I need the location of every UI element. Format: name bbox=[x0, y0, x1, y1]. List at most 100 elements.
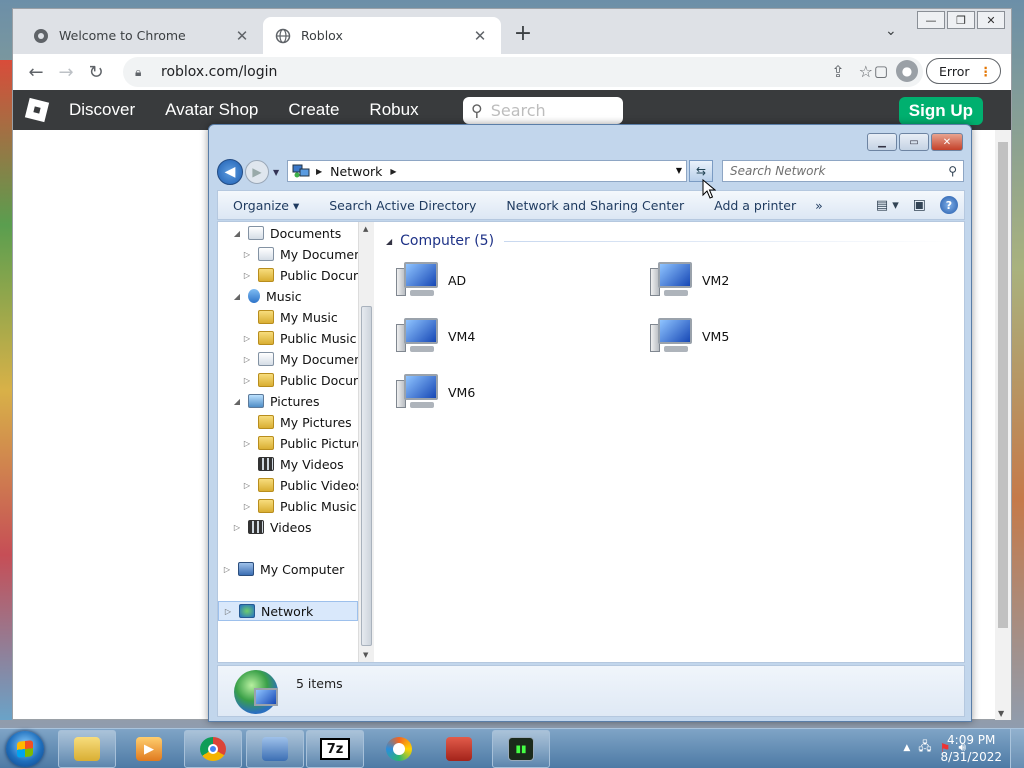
expand-toggle-icon[interactable]: ▷ bbox=[222, 565, 232, 574]
close-button[interactable]: ✕ bbox=[977, 11, 1005, 29]
taskbar-media-player[interactable]: ▶ bbox=[120, 730, 178, 768]
explorer-address-bar[interactable]: ▶ Network ▶ ▼ bbox=[287, 160, 687, 182]
expand-toggle-icon[interactable]: ▷ bbox=[242, 271, 252, 280]
taskbar-terminal[interactable]: ▮▮ bbox=[492, 730, 550, 768]
collapse-toggle-icon[interactable]: ◢ bbox=[232, 292, 242, 301]
scroll-down-arrow-icon[interactable]: ▼ bbox=[363, 651, 368, 659]
nav-avatar-shop[interactable]: Avatar Shop bbox=[165, 100, 258, 120]
navigation-pane-scrollbar[interactable]: ▲ ▼ bbox=[358, 222, 374, 662]
expand-toggle-icon[interactable]: ▷ bbox=[232, 523, 242, 532]
maximize-button[interactable]: ❐ bbox=[947, 11, 975, 29]
show-desktop-button[interactable] bbox=[1010, 729, 1024, 768]
collapse-group-icon[interactable]: ◢ bbox=[386, 237, 392, 246]
help-icon[interactable]: ? bbox=[940, 196, 958, 214]
nav-create[interactable]: Create bbox=[288, 100, 339, 120]
tab-welcome[interactable]: Welcome to Chrome ✕ bbox=[21, 17, 263, 54]
minimize-button[interactable]: — bbox=[917, 11, 945, 29]
explorer-minimize-button[interactable]: ▁ bbox=[867, 133, 897, 151]
tree-item[interactable]: ▷ Public Documents bbox=[242, 265, 365, 285]
collapse-toggle-icon[interactable]: ◢ bbox=[232, 397, 242, 406]
close-tab-icon[interactable]: ✕ bbox=[233, 27, 251, 45]
tab-roblox[interactable]: Roblox ✕ bbox=[263, 17, 501, 54]
address-dropdown-icon[interactable]: ▼ bbox=[676, 166, 682, 175]
computer-item[interactable]: VM2 bbox=[650, 258, 850, 302]
tree-item[interactable]: ▷ My Documents bbox=[242, 349, 365, 369]
nav-discover[interactable]: Discover bbox=[69, 100, 135, 120]
computer-item[interactable]: AD bbox=[396, 258, 596, 302]
tree-item[interactable]: ◢ Pictures bbox=[232, 391, 320, 411]
expand-toggle-icon[interactable]: ▷ bbox=[242, 355, 252, 364]
network-tray-icon[interactable]: 🖧︎ bbox=[918, 737, 931, 758]
taskbar-presentation[interactable] bbox=[430, 730, 488, 768]
side-panel-icon[interactable]: ▢ bbox=[874, 62, 888, 80]
start-button[interactable] bbox=[6, 731, 44, 767]
profile-avatar-icon[interactable]: ● bbox=[896, 60, 919, 82]
preview-pane-icon[interactable]: ▣ bbox=[913, 197, 926, 213]
tree-item[interactable]: ▷ Public Pictures bbox=[242, 433, 365, 453]
collapse-toggle-icon[interactable]: ◢ bbox=[232, 229, 242, 238]
tab-search-chevron-icon[interactable]: ⌄ bbox=[885, 23, 897, 39]
scroll-down-arrow-icon[interactable]: ▼ bbox=[998, 709, 1004, 718]
expand-toggle-icon[interactable]: ▷ bbox=[242, 481, 252, 490]
explorer-search-input[interactable]: Search Network ⚲ bbox=[722, 160, 964, 182]
expand-toggle-icon[interactable]: ▷ bbox=[242, 250, 252, 259]
tree-item[interactable]: My Music bbox=[242, 307, 338, 327]
tree-item[interactable]: ▷ Videos bbox=[232, 517, 312, 537]
reload-icon[interactable]: ↻ bbox=[81, 57, 111, 87]
taskbar-7zip[interactable]: 7z bbox=[306, 730, 364, 768]
taskbar-network-center[interactable] bbox=[246, 730, 304, 768]
computer-item[interactable]: VM6 bbox=[396, 370, 596, 414]
more-commands-button[interactable]: » bbox=[811, 198, 827, 213]
scrollbar-thumb[interactable] bbox=[998, 142, 1008, 628]
clock[interactable]: 4:09 PM 8/31/2022 bbox=[940, 732, 1002, 766]
scrollbar-thumb[interactable] bbox=[361, 306, 372, 646]
tree-item[interactable]: ▷ My Computer bbox=[222, 559, 344, 579]
tree-item[interactable]: ◢ Documents bbox=[232, 223, 341, 243]
tree-item[interactable]: ▷ Public Music bbox=[242, 328, 357, 348]
tree-item[interactable]: ▷ Public Documents bbox=[242, 370, 365, 390]
tree-item[interactable]: ◢ Music bbox=[232, 286, 302, 306]
address-bar[interactable]: 🔒︎ roblox.com/login ⇪ ☆ bbox=[123, 57, 923, 87]
tree-item[interactable]: My Pictures bbox=[242, 412, 352, 432]
forward-arrow-icon[interactable]: ▶ bbox=[245, 160, 269, 184]
taskbar-opera[interactable] bbox=[370, 730, 428, 768]
taskbar-explorer[interactable] bbox=[58, 730, 116, 768]
computer-group-header[interactable]: ◢ Computer (5) bbox=[386, 230, 956, 252]
organize-button[interactable]: Organize ▾ bbox=[218, 198, 314, 213]
computer-item[interactable]: VM4 bbox=[396, 314, 596, 358]
star-icon[interactable]: ☆ bbox=[859, 62, 873, 81]
computer-item[interactable]: VM5 bbox=[650, 314, 850, 358]
tree-item[interactable]: ▷ Public Videos bbox=[242, 475, 363, 495]
scroll-up-arrow-icon[interactable]: ▲ bbox=[363, 225, 368, 233]
tree-item[interactable]: ▷ Network bbox=[218, 601, 358, 621]
breadcrumb-separator-icon[interactable]: ▶ bbox=[390, 167, 396, 176]
close-tab-icon[interactable]: ✕ bbox=[471, 27, 489, 45]
network-sharing-center-button[interactable]: Network and Sharing Center bbox=[491, 198, 699, 213]
sign-up-button[interactable]: Sign Up bbox=[898, 97, 983, 125]
tree-item[interactable]: My Videos bbox=[242, 454, 344, 474]
forward-arrow-icon[interactable]: → bbox=[51, 57, 81, 87]
back-arrow-icon[interactable]: ◀ bbox=[217, 159, 243, 185]
taskbar-chrome[interactable] bbox=[184, 730, 242, 768]
breadcrumb-network[interactable]: Network bbox=[330, 164, 382, 179]
roblox-search-input[interactable]: ⚲ Search bbox=[463, 97, 623, 124]
back-arrow-icon[interactable]: ← bbox=[21, 57, 51, 87]
recent-pages-chevron-icon[interactable]: ▼ bbox=[273, 168, 279, 177]
page-scrollbar[interactable]: ▼ bbox=[995, 130, 1011, 720]
show-hidden-icons-icon[interactable]: ▲ bbox=[903, 743, 910, 753]
expand-toggle-icon[interactable]: ▷ bbox=[242, 502, 252, 511]
profile-error-button[interactable]: Error ⋮ bbox=[926, 58, 1001, 84]
new-tab-button[interactable]: + bbox=[511, 22, 535, 46]
expand-toggle-icon[interactable]: ▷ bbox=[223, 607, 233, 616]
search-active-directory-button[interactable]: Search Active Directory bbox=[314, 198, 491, 213]
tree-item[interactable]: ▷ My Documents bbox=[242, 244, 365, 264]
share-icon[interactable]: ⇪ bbox=[831, 62, 844, 81]
view-options-icon[interactable]: ▤ ▾ bbox=[876, 198, 899, 213]
tree-item[interactable]: ▷ Public Music bbox=[242, 496, 357, 516]
roblox-logo-icon[interactable] bbox=[24, 97, 50, 123]
explorer-close-button[interactable]: ✕ bbox=[931, 133, 963, 151]
expand-toggle-icon[interactable]: ▷ bbox=[242, 376, 252, 385]
expand-toggle-icon[interactable]: ▷ bbox=[242, 334, 252, 343]
nav-robux[interactable]: Robux bbox=[369, 100, 418, 120]
expand-toggle-icon[interactable]: ▷ bbox=[242, 439, 252, 448]
